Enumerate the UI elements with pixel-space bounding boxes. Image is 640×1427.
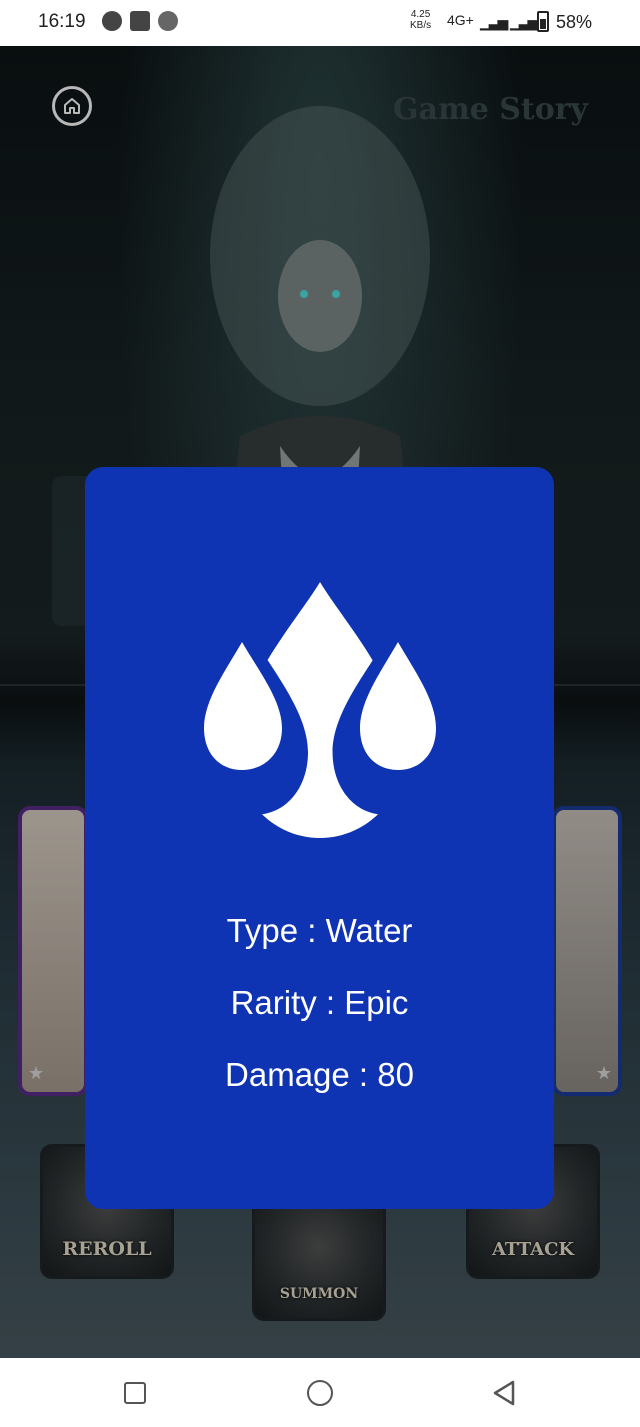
back-button[interactable] [492,1380,516,1406]
network-type: 4G+ [447,12,474,28]
card-damage: Damage : 80 [225,1056,414,1093]
app-notification-icon [130,11,150,31]
signal-icon-2: ▁▃▅ [510,14,538,30]
card-detail-modal [85,467,554,1209]
signal-icon: ▁▃▅ [480,14,508,30]
card-rarity: Rarity : Epic [230,984,409,1021]
battery-icon [537,11,549,32]
recents-button[interactable] [124,1382,146,1404]
water-drops-icon [204,582,436,838]
battery-percent: 58% [556,12,593,32]
network-speed: 4.25 KB/s [410,9,432,31]
home-nav-button[interactable] [307,1380,333,1406]
status-time: 16:19 [38,11,86,32]
navigation-bar [0,1358,640,1427]
status-bar: 16:19 4.25 KB/s 4G+ ▁▃▅ ▁▃▅ 58% [0,0,640,46]
compass-icon [102,11,122,31]
chat-icon [158,11,178,31]
card-type: Type : Water [226,912,413,949]
